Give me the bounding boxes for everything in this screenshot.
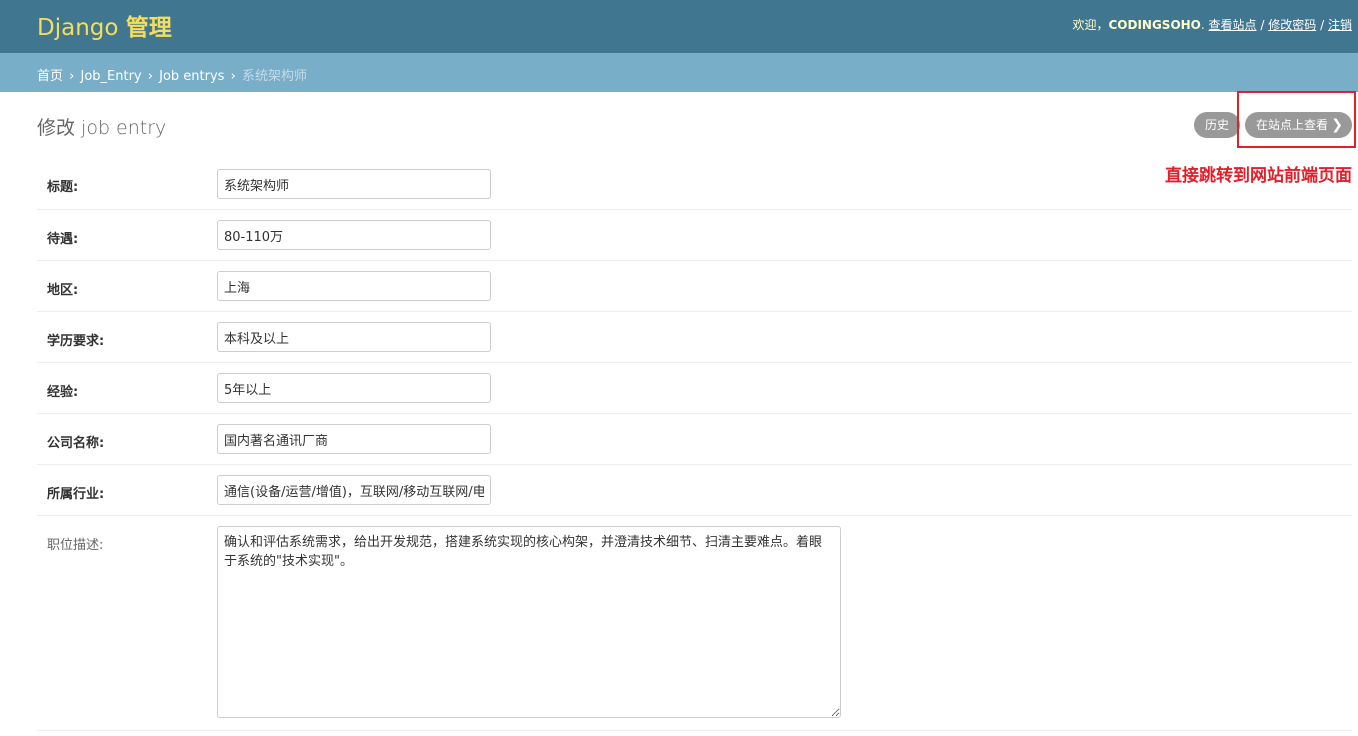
- history-button[interactable]: 历史: [1193, 112, 1240, 138]
- page-title: 修改 job entry: [37, 117, 167, 139]
- form-row-location: 地区:: [37, 261, 1352, 312]
- form-row-company: 公司名称:: [37, 414, 1352, 465]
- form-row-description: 职位描述: 确认和评估系统需求，给出开发规范，搭建系统实现的核心构架，并澄清技术…: [37, 516, 1352, 731]
- form-row-title: 标题:: [37, 159, 1352, 210]
- education-input[interactable]: [217, 322, 491, 352]
- form-row-salary: 待遇:: [37, 210, 1352, 261]
- breadcrumb-separator: ›: [230, 69, 236, 84]
- welcome-text: 欢迎，: [1072, 18, 1109, 32]
- user-tools: 欢迎，CODINGSOHO. 查看站点 / 修改密码 / 注销: [1072, 16, 1352, 33]
- salary-input[interactable]: [217, 220, 491, 250]
- form-row-industry: 所属行业:: [37, 465, 1352, 516]
- change-password-link[interactable]: 修改密码: [1268, 18, 1316, 32]
- breadcrumb-current: 系统架构师: [241, 69, 307, 84]
- experience-input[interactable]: [217, 373, 491, 403]
- username: CODINGSOHO: [1108, 18, 1201, 32]
- description-textarea[interactable]: 确认和评估系统需求，给出开发规范，搭建系统实现的核心构架，并澄清技术细节、扫清主…: [217, 526, 841, 718]
- breadcrumb: 首页 › Job_Entry › Job entrys › 系统架构师: [0, 53, 1358, 92]
- title-input[interactable]: [217, 169, 491, 199]
- field-label-title: 标题:: [47, 180, 79, 195]
- form-row-education: 学历要求:: [37, 312, 1352, 363]
- annotation-highlight-box: [1237, 91, 1356, 148]
- field-label-industry: 所属行业:: [47, 487, 105, 502]
- separator: /: [1320, 18, 1325, 32]
- separator: /: [1260, 18, 1265, 32]
- view-site-link[interactable]: 查看站点: [1209, 18, 1257, 32]
- field-label-description: 职位描述:: [47, 538, 104, 553]
- breadcrumb-app[interactable]: Job_Entry: [81, 69, 142, 84]
- brand-name-zh: 管理: [125, 15, 172, 41]
- field-label-experience: 经验:: [47, 385, 79, 400]
- breadcrumb-model[interactable]: Job entrys: [159, 69, 224, 84]
- location-input[interactable]: [217, 271, 491, 301]
- field-label-salary: 待遇:: [47, 232, 79, 247]
- site-branding[interactable]: Django 管理: [37, 8, 172, 42]
- form-row-experience: 经验:: [37, 363, 1352, 414]
- field-label-location: 地区:: [47, 283, 79, 298]
- breadcrumb-separator: ›: [147, 69, 153, 84]
- username-period: .: [1200, 18, 1205, 32]
- breadcrumb-separator: ›: [69, 69, 75, 84]
- site-header: Django 管理 欢迎，CODINGSOHO. 查看站点 / 修改密码 / 注…: [0, 0, 1358, 53]
- field-label-company: 公司名称:: [47, 436, 105, 451]
- field-label-education: 学历要求:: [47, 334, 105, 349]
- logout-link[interactable]: 注销: [1328, 18, 1352, 32]
- industry-input[interactable]: [217, 475, 491, 505]
- breadcrumb-home[interactable]: 首页: [37, 69, 63, 84]
- company-input[interactable]: [217, 424, 491, 454]
- brand-name: Django: [37, 15, 126, 41]
